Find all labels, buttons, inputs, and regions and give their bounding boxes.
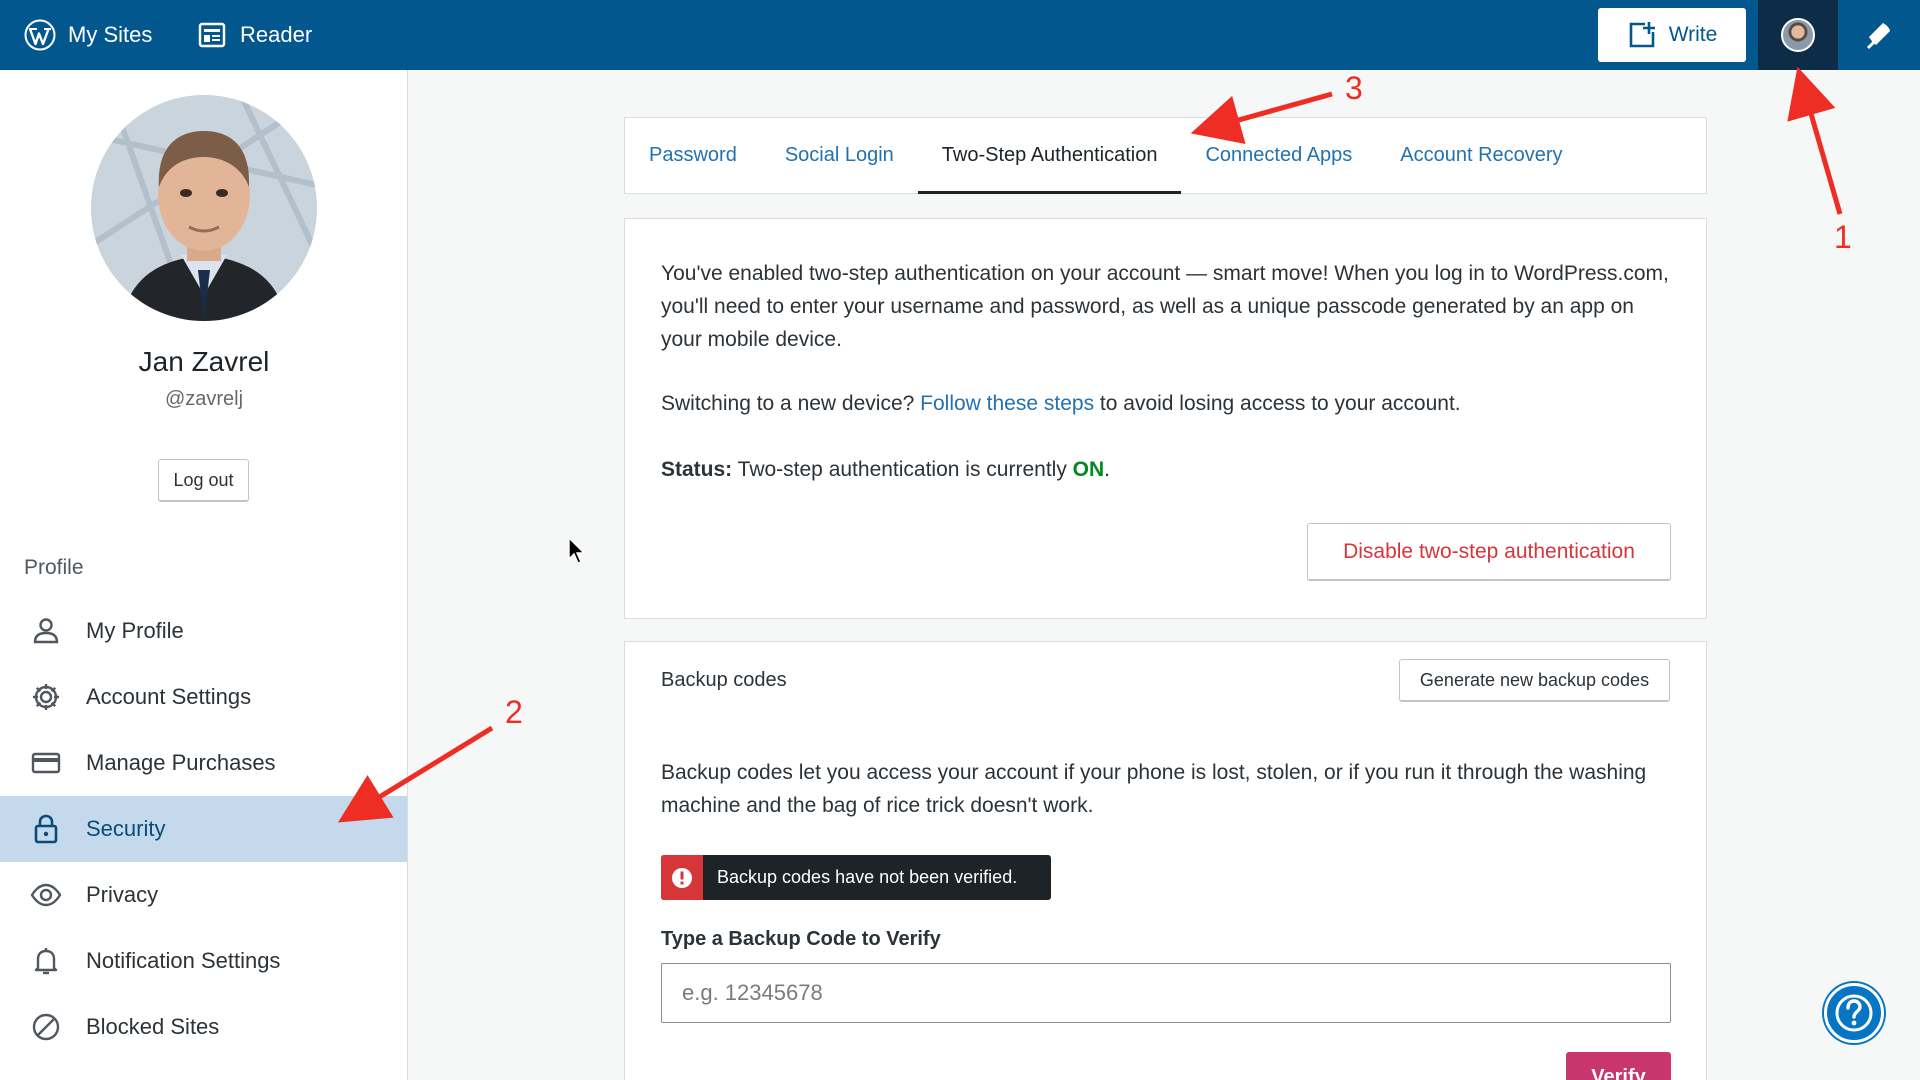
sidebar-item-label: Manage Purchases [86,750,276,775]
sidebar-item-label: Notification Settings [86,948,281,973]
tab-connected-apps[interactable]: Connected Apps [1181,118,1376,193]
backup-not-verified-notice: Backup codes have not been verified. [661,855,1051,900]
sidebar-item-privacy[interactable]: Privacy [0,862,407,928]
sidebar-section-heading: Profile [24,556,84,579]
sidebar-menu: My Profile Account Settings Manage Purch… [0,598,407,1060]
bell-notification-icon [1866,23,1890,50]
status-end: . [1104,458,1111,481]
verify-button[interactable]: Verify [1566,1052,1671,1080]
write-button[interactable]: Write [1598,8,1746,62]
avatar-small [1781,18,1815,52]
disable-two-step-button[interactable]: Disable two-step authentication [1307,523,1671,581]
annotation-number-3: 3 [1345,70,1363,106]
my-sites-button[interactable]: My Sites [0,0,170,70]
backup-codes-header: Backup codes Generate new backup codes [624,641,1707,719]
annotation-number-2: 2 [505,694,523,730]
sidebar: Jan Zavrel @zavrelj Log out Profile My P… [0,70,408,1080]
security-tabs: Password Social Login Two-Step Authentic… [624,117,1707,194]
masterbar: My Sites Reader Write [0,0,1920,70]
backup-codes-body: Backup codes let you access your account… [624,718,1707,1080]
switch-device-text: Switching to a new device? Follow these … [661,387,1671,420]
backup-code-label: Type a Backup Code to Verify [661,928,941,950]
person-icon [33,618,59,644]
backup-code-input[interactable] [661,963,1671,1023]
profile-photo [91,95,317,321]
status-value: ON [1072,458,1105,481]
logout-button[interactable]: Log out [158,459,249,502]
credit-card-icon [31,752,61,774]
mouse-cursor-icon [568,537,586,564]
reader-button[interactable]: Reader [170,0,312,70]
help-button[interactable] [1824,983,1884,1043]
tab-social-login[interactable]: Social Login [761,118,918,193]
profile-name: Jan Zavrel [138,346,270,377]
alert-icon [661,855,703,900]
eye-icon [30,883,62,907]
generate-backup-codes-button[interactable]: Generate new backup codes [1399,659,1670,702]
sidebar-item-label: Privacy [86,882,159,907]
my-sites-label: My Sites [68,22,153,47]
backup-codes-title: Backup codes [661,669,787,691]
annotation-arrow-1 [1787,66,1843,215]
sidebar-item-label: Account Settings [86,684,252,709]
question-icon [1835,994,1873,1032]
switch-suffix: to avoid losing access to your account. [1099,392,1461,415]
reader-label: Reader [240,22,313,47]
write-icon [1629,22,1655,48]
follow-steps-link[interactable]: Follow these steps [920,392,1094,415]
sidebar-item-account-settings[interactable]: Account Settings [0,664,407,730]
sidebar-item-blocked-sites[interactable]: Blocked Sites [0,994,407,1060]
backup-codes-description: Backup codes let you access your account… [661,761,1647,817]
two-step-card: You've enabled two-step authentication o… [624,218,1707,619]
status-text: Two-step authentication is currently [737,458,1067,481]
sidebar-item-security[interactable]: Security [0,796,407,862]
write-label: Write [1668,23,1718,46]
me-button[interactable] [1758,0,1838,70]
switch-prefix: Switching to a new device? [661,392,915,415]
profile-avatar[interactable] [91,95,317,321]
notifications-button[interactable] [1838,0,1920,70]
status-label: Status: [661,458,733,481]
tab-two-step-authentication[interactable]: Two-Step Authentication [917,118,1182,194]
sidebar-item-label: Blocked Sites [86,1014,220,1039]
two-step-intro: You've enabled two-step authentication o… [661,262,1669,351]
profile-handle: @zavrelj [164,388,244,410]
status-line: Status: Two-step authentication is curre… [661,453,1671,486]
masterbar-right: Write [1598,0,1920,70]
sidebar-item-label: My Profile [86,618,184,643]
sidebar-item-label: Security [86,816,166,841]
sidebar-item-manage-purchases[interactable]: Manage Purchases [0,730,407,796]
lock-icon [34,814,58,844]
bell-icon [34,948,58,975]
wordpress-logo-icon [24,19,56,51]
notice-text: Backup codes have not been verified. [717,867,1018,887]
sidebar-item-notification-settings[interactable]: Notification Settings [0,928,407,994]
annotation-number-1: 1 [1834,219,1852,255]
gear-icon [33,684,59,710]
block-icon [32,1013,60,1041]
tab-account-recovery[interactable]: Account Recovery [1376,118,1586,193]
tab-password[interactable]: Password [649,118,761,193]
reader-icon [198,22,226,48]
sidebar-item-my-profile[interactable]: My Profile [0,598,407,664]
